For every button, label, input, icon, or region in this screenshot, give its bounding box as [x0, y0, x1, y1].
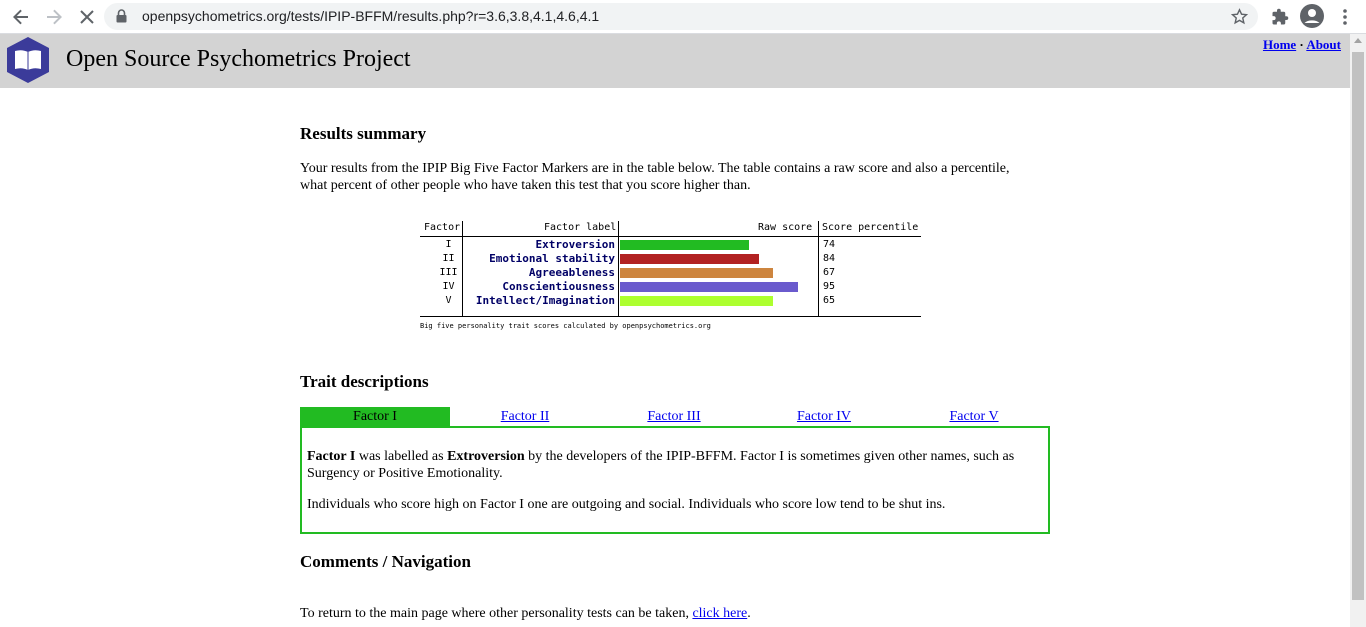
home-link[interactable]: Home: [1263, 37, 1296, 52]
scroll-up-icon[interactable]: [1354, 38, 1362, 43]
browser-toolbar: openpsychometrics.org/tests/IPIP-BFFM/re…: [0, 0, 1366, 34]
browser-menu-button[interactable]: [1334, 6, 1356, 28]
factor-label: Intellect/Imagination: [475, 294, 615, 307]
url-text: openpsychometrics.org/tests/IPIP-BFFM/re…: [142, 8, 600, 24]
comments-navigation-heading: Comments / Navigation: [300, 552, 471, 571]
score-percentile: 84: [823, 253, 836, 264]
results-intro: Your results from the IPIP Big Five Fact…: [300, 161, 1010, 193]
factor-label: Extroversion: [447, 449, 525, 464]
factor-tabs: Factor I Factor II Factor III Factor IV …: [300, 407, 1050, 427]
raw-score-bar: [620, 240, 749, 250]
score-percentile: 65: [823, 295, 836, 306]
factor-number: III: [439, 267, 458, 278]
chart-header-rule: [420, 236, 921, 237]
return-text: To return to the main page where other p…: [300, 606, 693, 621]
chart-caption: Big five personality trait scores calcul…: [420, 322, 711, 330]
scrollbar-thumb[interactable]: [1352, 52, 1364, 600]
back-button[interactable]: [10, 6, 32, 28]
nav-separator: ·: [1299, 37, 1304, 52]
col-header-raw-score: Raw score: [758, 222, 813, 233]
tab-factor-5[interactable]: Factor V: [899, 407, 1049, 427]
bookmark-star-icon[interactable]: [1230, 8, 1249, 30]
address-bar[interactable]: openpsychometrics.org/tests/IPIP-BFFM/re…: [104, 3, 1258, 30]
extensions-button[interactable]: [1269, 6, 1291, 28]
stop-loading-button[interactable]: [76, 6, 98, 28]
factor-description-panel: Factor I was labelled as Extroversion by…: [300, 426, 1050, 534]
factor-description: Factor I was labelled as Extroversion by…: [307, 448, 1042, 482]
avatar-icon: [1300, 4, 1324, 28]
score-percentile: 67: [823, 267, 836, 278]
factor-number: I: [445, 239, 452, 250]
raw-score-bar: [620, 296, 773, 306]
tab-factor-2[interactable]: Factor II: [450, 407, 600, 427]
factor-number: II: [442, 253, 455, 264]
factor-interpretation: Individuals who score high on Factor I o…: [307, 497, 946, 512]
raw-score-bar: [620, 268, 773, 278]
site-header: Open Source Psychometrics Project Home ·…: [0, 34, 1350, 88]
click-here-link[interactable]: click here: [692, 606, 747, 621]
book-logo-icon[interactable]: [3, 36, 53, 89]
profile-button[interactable]: [1300, 4, 1324, 28]
trait-descriptions-heading: Trait descriptions: [300, 372, 429, 391]
site-title: Open Source Psychometrics Project: [66, 46, 411, 72]
factor-number: V: [445, 295, 452, 306]
col-header-factor-label: Factor label: [544, 222, 617, 233]
tab-link[interactable]: Factor IV: [797, 409, 851, 424]
score-percentile: 74: [823, 239, 836, 250]
description-text: was labelled as: [355, 449, 448, 464]
return-text-end: .: [747, 606, 751, 621]
factor-label: Conscientiousness: [502, 280, 615, 293]
results-summary-heading: Results summary: [300, 124, 427, 143]
raw-score-bar: [620, 282, 798, 292]
factor-name: Factor I: [307, 449, 356, 464]
arrow-right-icon: [47, 9, 62, 25]
vertical-scrollbar[interactable]: [1350, 34, 1366, 627]
tab-label: Factor I: [353, 409, 397, 424]
puzzle-icon: [1272, 8, 1289, 25]
return-navigation-text: To return to the main page where other p…: [300, 605, 1040, 622]
factor-label: Emotional stability: [489, 252, 615, 265]
tab-link[interactable]: Factor II: [501, 409, 550, 424]
arrow-left-icon: [13, 9, 28, 25]
tab-link[interactable]: Factor III: [647, 409, 700, 424]
col-header-factor: Factor: [424, 222, 461, 233]
close-icon: [80, 10, 94, 24]
more-vertical-icon: [1343, 9, 1347, 25]
tab-link[interactable]: Factor V: [949, 409, 998, 424]
col-header-percentile: Score percentile: [822, 222, 919, 233]
lock-icon: [116, 9, 127, 28]
factor-label: Extroversion: [535, 238, 615, 251]
header-nav: Home · About: [1263, 37, 1341, 53]
score-percentile: 95: [823, 281, 836, 292]
about-link[interactable]: About: [1306, 37, 1341, 52]
factor-label: Agreeableness: [528, 266, 615, 279]
forward-button[interactable]: [43, 6, 65, 28]
big-five-chart: Factor Factor label Raw score Score perc…: [420, 219, 924, 334]
tab-factor-3[interactable]: Factor III: [599, 407, 749, 427]
factor-number: IV: [442, 281, 455, 292]
raw-score-bar: [620, 254, 759, 264]
tab-factor-1[interactable]: Factor I: [300, 407, 450, 427]
tab-factor-4[interactable]: Factor IV: [749, 407, 899, 427]
chart-bottom-rule: [420, 316, 921, 317]
